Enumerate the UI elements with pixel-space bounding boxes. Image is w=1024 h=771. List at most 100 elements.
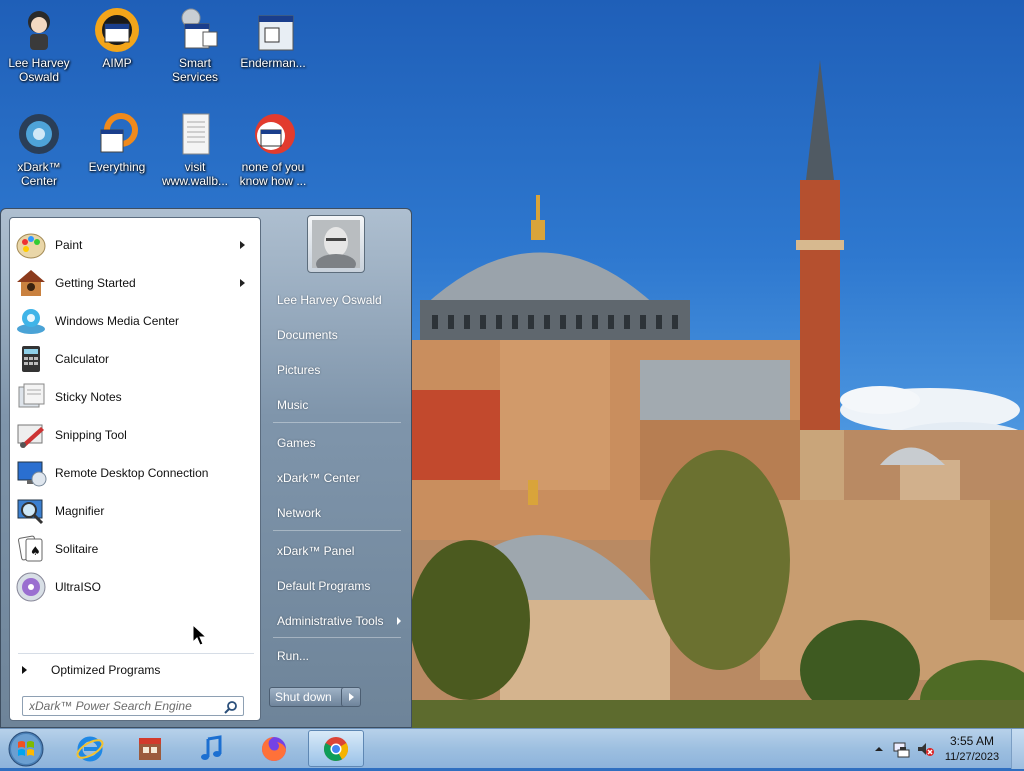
program-label: Remote Desktop Connection	[55, 466, 209, 480]
getting-started-icon	[15, 267, 47, 299]
place-default-programs[interactable]: Default Programs	[271, 573, 401, 599]
desktop-icon-none-of-you[interactable]: none of you know how ...	[236, 110, 310, 188]
places-separator	[273, 637, 401, 638]
program-label: UltraISO	[55, 580, 102, 594]
place-xdark-panel[interactable]: xDark™ Panel	[271, 538, 401, 564]
program-item-getting-started[interactable]: Getting Started	[13, 266, 257, 300]
clock-date: 11/27/2023	[944, 751, 1000, 763]
user-photo	[312, 220, 360, 268]
clock-time: 3:55 AM	[949, 734, 995, 748]
program-label: Windows Media Center	[55, 314, 180, 328]
everything-icon	[93, 110, 141, 158]
solitaire-icon: ♠	[15, 533, 47, 565]
start-search-box[interactable]	[22, 696, 244, 716]
volume-muted-icon[interactable]	[916, 740, 934, 758]
program-item-sticky-notes[interactable]: Sticky Notes	[13, 380, 257, 414]
place-documents[interactable]: Documents	[271, 322, 401, 348]
desktop-icon-enderman[interactable]: Enderman...	[236, 6, 310, 70]
program-item-ultraiso[interactable]: UltraISO	[13, 570, 257, 604]
program-label: Solitaire	[55, 542, 99, 556]
desktop-icon-visit-link[interactable]: visit www.wallb...	[158, 110, 232, 188]
calculator-icon	[15, 343, 47, 375]
red-shortcut-icon	[249, 110, 297, 158]
program-item-magnifier[interactable]: Magnifier	[13, 494, 257, 528]
store-icon	[139, 737, 161, 760]
show-desktop-button[interactable]	[1011, 729, 1024, 769]
program-item-solitaire[interactable]: ♠ Solitaire	[13, 532, 257, 566]
user-folder-icon	[15, 6, 63, 54]
program-label: Calculator	[55, 352, 110, 366]
place-music[interactable]: Music	[271, 392, 401, 418]
place-user-folder[interactable]: Lee Harvey Oswald	[271, 287, 401, 313]
desktop-icon-xdark-center[interactable]: xDark™ Center	[2, 110, 76, 188]
program-label: Getting Started	[55, 276, 136, 290]
desktop-icon-aimp[interactable]: AIMP	[80, 6, 154, 70]
place-pictures[interactable]: Pictures	[271, 357, 401, 383]
taskbar-store[interactable]	[122, 730, 178, 767]
expand-arrow-icon	[22, 666, 27, 674]
remote-desktop-icon	[15, 457, 47, 489]
media-center-icon	[15, 305, 47, 337]
program-item-remote-desktop[interactable]: Remote Desktop Connection	[13, 456, 257, 490]
place-administrative-tools[interactable]: Administrative Tools	[271, 608, 401, 634]
desktop-icon-user-folder[interactable]: Lee Harvey Oswald	[2, 6, 76, 84]
submenu-arrow-icon	[240, 279, 245, 287]
start-menu: Paint Getting Started Windows Media Cent…	[0, 208, 412, 728]
place-network[interactable]: Network	[271, 500, 401, 526]
start-button[interactable]	[4, 730, 48, 768]
program-item-calculator[interactable]: Calculator	[13, 342, 257, 376]
programs-separator	[18, 653, 254, 654]
firefox-icon	[262, 736, 286, 761]
desktop-icon-label: Lee Harvey Oswald	[8, 56, 70, 84]
program-item-windows-media-center[interactable]: Windows Media Center	[13, 304, 257, 338]
search-icon[interactable]	[224, 700, 238, 714]
windows-orb-icon	[8, 731, 44, 767]
taskbar-chrome[interactable]	[308, 730, 364, 767]
start-search-input[interactable]	[29, 699, 219, 713]
sticky-notes-icon	[15, 381, 47, 413]
mouse-cursor-icon	[192, 624, 208, 646]
desktop-icon-everything[interactable]: Everything	[80, 110, 154, 174]
program-label: Sticky Notes	[55, 390, 122, 404]
place-games[interactable]: Games	[271, 430, 401, 456]
paint-icon	[15, 229, 47, 261]
taskbar: 3:55 AM 11/27/2023	[0, 728, 1024, 769]
all-programs-label: Optimized Programs	[51, 663, 161, 677]
program-item-snipping-tool[interactable]: Snipping Tool	[13, 418, 257, 452]
place-label: Administrative Tools	[277, 614, 384, 628]
snipping-tool-icon	[15, 419, 47, 451]
smart-services-icon	[171, 6, 219, 54]
desktop-icon-label: visit www.wallb...	[161, 160, 229, 188]
taskbar-firefox[interactable]	[246, 730, 302, 767]
shutdown-options-button[interactable]	[341, 687, 361, 707]
desktop-icon-smart-services[interactable]: Smart Services	[158, 6, 232, 84]
all-programs-button[interactable]: Optimized Programs	[18, 660, 256, 680]
program-item-paint[interactable]: Paint	[13, 228, 257, 262]
aimp-icon	[93, 6, 141, 54]
taskbar-internet-explorer[interactable]	[62, 730, 118, 767]
system-tray: 3:55 AM 11/27/2023	[864, 729, 1024, 769]
user-avatar[interactable]	[307, 215, 365, 273]
network-icon[interactable]	[892, 740, 910, 758]
desktop-icon-label: Everything	[88, 160, 146, 174]
program-label: Snipping Tool	[55, 428, 127, 442]
taskbar-clock[interactable]: 3:55 AM 11/27/2023	[936, 733, 1008, 765]
desktop-icon-label: Smart Services	[171, 56, 218, 84]
music-icon	[201, 734, 222, 760]
magnifier-icon	[15, 495, 47, 527]
chrome-icon	[323, 736, 349, 761]
program-label: Magnifier	[55, 504, 105, 518]
desktop-icon-label: Enderman...	[240, 56, 306, 70]
ultraiso-icon	[15, 571, 47, 603]
place-xdark-center[interactable]: xDark™ Center	[271, 465, 401, 491]
xdark-center-icon	[15, 110, 63, 158]
program-label: Paint	[55, 238, 83, 252]
desktop-icon-label: xDark™ Center	[17, 160, 61, 188]
desktop-icon-label: AIMP	[102, 56, 132, 70]
places-separator	[273, 422, 401, 423]
place-run[interactable]: Run...	[271, 643, 401, 669]
shutdown-button[interactable]: Shut down	[269, 687, 347, 707]
taskbar-music[interactable]	[184, 730, 240, 767]
start-menu-places-pane: Lee Harvey Oswald Documents Pictures Mus…	[263, 209, 411, 727]
show-hidden-icons-icon[interactable]	[874, 744, 884, 754]
